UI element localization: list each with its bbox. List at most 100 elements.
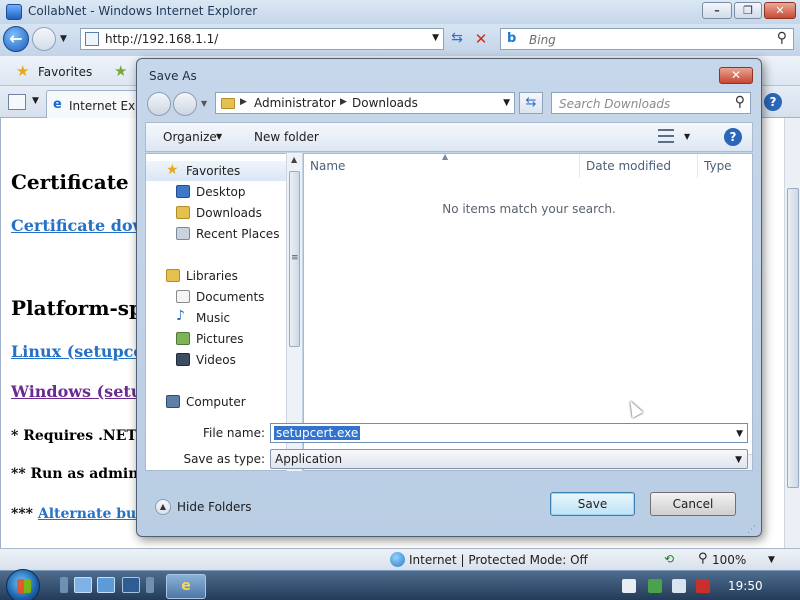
recent-locations-dropdown[interactable]: ▼ bbox=[201, 99, 207, 108]
stop-button[interactable]: ✕ bbox=[470, 30, 492, 50]
certificate-download-link[interactable]: Certificate dow bbox=[11, 216, 146, 235]
breadcrumb-downloads[interactable]: Downloads bbox=[352, 96, 418, 110]
breadcrumb[interactable]: ▶ Administrator ▶ Downloads ▼ bbox=[215, 92, 515, 114]
recent-pages-dropdown[interactable]: ▼ bbox=[60, 34, 67, 44]
breadcrumb-administrator[interactable]: Administrator bbox=[254, 96, 336, 110]
nav-item-downloads[interactable]: Downloads bbox=[146, 203, 286, 223]
nav-computer[interactable]: Computer bbox=[146, 392, 286, 412]
quick-launch-cmd-icon[interactable] bbox=[122, 577, 140, 593]
nav-item-documents[interactable]: Documents bbox=[146, 287, 286, 307]
note-requires-net: * Requires .NET F bbox=[11, 428, 152, 444]
add-favorite-icon[interactable]: ★ bbox=[114, 62, 127, 80]
save-as-type-dropdown-icon[interactable]: ▼ bbox=[735, 455, 742, 465]
address-bar[interactable]: http://192.168.1.1/ ▼ bbox=[80, 28, 444, 50]
tray-document-icon[interactable] bbox=[622, 579, 636, 593]
nav-libraries[interactable]: Libraries bbox=[146, 266, 286, 286]
refresh-button[interactable]: ⇆ bbox=[446, 30, 468, 50]
search-icon[interactable]: ⚲ bbox=[735, 94, 745, 110]
dialog-close-button[interactable]: ✕ bbox=[719, 67, 753, 84]
dialog-search-placeholder[interactable]: Search Downloads bbox=[559, 97, 670, 111]
windows-link[interactable]: Windows (setup bbox=[11, 382, 154, 401]
file-name-value[interactable]: setupcert.exe bbox=[274, 426, 361, 440]
nav-favorites-label: Favorites bbox=[186, 164, 241, 178]
nav-item-recent-places[interactable]: Recent Places bbox=[146, 224, 286, 244]
help-icon[interactable]: ? bbox=[764, 93, 782, 111]
favorites-button[interactable]: Favorites bbox=[38, 65, 92, 79]
pictures-icon bbox=[176, 332, 190, 345]
resize-grip-icon[interactable]: ⋰ bbox=[747, 525, 756, 535]
breadcrumb-separator-icon[interactable]: ▶ bbox=[340, 97, 347, 107]
organize-button[interactable]: Organize bbox=[163, 130, 217, 144]
taskbar-ie-button[interactable]: e bbox=[166, 574, 206, 599]
forward-button[interactable] bbox=[32, 27, 56, 51]
breadcrumb-separator-icon[interactable]: ▶ bbox=[240, 97, 247, 107]
restore-icon: ❐ bbox=[743, 4, 753, 17]
organize-dropdown-icon[interactable]: ▼ bbox=[216, 132, 222, 141]
zoom-level[interactable]: 100% bbox=[712, 553, 746, 567]
tray-action-center-icon[interactable] bbox=[648, 579, 662, 593]
page-scrollbar[interactable] bbox=[784, 118, 800, 548]
taskbar-grip-icon bbox=[146, 577, 154, 593]
quick-tabs-icon[interactable] bbox=[8, 94, 26, 110]
file-name-input[interactable]: setupcert.exe ▼ bbox=[270, 423, 748, 443]
dialog-search-input[interactable]: Search Downloads ⚲ bbox=[551, 92, 751, 114]
scroll-grip-icon: ≡ bbox=[291, 253, 299, 263]
mouse-cursor-icon bbox=[624, 398, 644, 418]
nav-item-music[interactable]: ♪ Music bbox=[146, 308, 286, 328]
start-button[interactable] bbox=[6, 569, 40, 600]
search-icon[interactable]: ⚲ bbox=[777, 30, 787, 46]
quick-launch-computer-icon[interactable] bbox=[74, 577, 92, 593]
scroll-up-icon[interactable]: ▲ bbox=[291, 155, 297, 164]
nav-music-label: Music bbox=[196, 311, 231, 325]
file-name-label: File name: bbox=[203, 426, 265, 440]
nav-item-desktop[interactable]: Desktop bbox=[146, 182, 286, 202]
minimize-button[interactable]: – bbox=[702, 2, 732, 19]
dialog-refresh-button[interactable]: ⇆ bbox=[519, 92, 543, 114]
security-status-icon[interactable]: ⟲ bbox=[664, 552, 674, 566]
cancel-button[interactable]: Cancel bbox=[650, 492, 736, 516]
zoom-icon[interactable]: ⚲ bbox=[698, 551, 708, 566]
nav-item-pictures[interactable]: Pictures bbox=[146, 329, 286, 349]
views-icon[interactable] bbox=[658, 129, 674, 143]
heading-certificate: Certificate bbox=[11, 170, 129, 194]
nav-documents-label: Documents bbox=[196, 290, 265, 304]
recent-places-icon bbox=[176, 227, 190, 240]
quick-launch-window-icon[interactable] bbox=[97, 577, 115, 593]
column-name-label: Name bbox=[310, 159, 346, 173]
tab-list-dropdown[interactable]: ▼ bbox=[32, 96, 39, 106]
save-as-type-value: Application bbox=[275, 452, 343, 466]
save-as-type-select[interactable]: Application ▼ bbox=[270, 449, 748, 469]
search-box[interactable]: b Bing ⚲ bbox=[500, 28, 794, 50]
tray-volume-muted-icon[interactable] bbox=[696, 579, 710, 593]
dialog-forward-button[interactable] bbox=[173, 92, 197, 116]
nav-item-videos[interactable]: Videos bbox=[146, 350, 286, 370]
maximize-button[interactable]: ❐ bbox=[734, 2, 762, 19]
zoom-dropdown-icon[interactable]: ▼ bbox=[768, 555, 775, 565]
clock[interactable]: 19:50 bbox=[728, 579, 763, 593]
file-name-dropdown-icon[interactable]: ▼ bbox=[736, 429, 743, 439]
minimize-icon: – bbox=[714, 4, 720, 17]
views-dropdown-icon[interactable]: ▼ bbox=[684, 132, 690, 141]
address-dropdown-icon[interactable]: ▼ bbox=[432, 33, 439, 43]
dialog-help-icon[interactable]: ? bbox=[724, 128, 742, 146]
save-button[interactable]: Save bbox=[550, 492, 635, 516]
heading-platform: Platform-spe bbox=[11, 296, 156, 320]
tray-network-icon[interactable] bbox=[672, 579, 686, 593]
page-scroll-thumb[interactable] bbox=[787, 188, 799, 488]
close-window-button[interactable]: ✕ bbox=[764, 2, 796, 19]
note-alternate: *** Alternate build bbox=[11, 506, 157, 522]
show-desktop-grip-icon bbox=[60, 577, 68, 593]
dialog-back-button[interactable] bbox=[147, 92, 171, 116]
search-placeholder[interactable]: Bing bbox=[529, 33, 556, 47]
column-name[interactable]: Name ▲ bbox=[304, 152, 580, 178]
back-button[interactable]: ← bbox=[3, 26, 29, 52]
breadcrumb-dropdown-icon[interactable]: ▼ bbox=[503, 98, 510, 108]
dialog-command-bar: Organize ▼ New folder ▼ ? bbox=[145, 122, 753, 152]
url-text[interactable]: http://192.168.1.1/ bbox=[105, 32, 218, 46]
taskbar: e 19:50 bbox=[0, 569, 800, 600]
column-type[interactable]: Type bbox=[698, 154, 754, 178]
column-date-modified[interactable]: Date modified bbox=[580, 154, 698, 178]
nav-favorites[interactable]: ★ Favorites bbox=[146, 161, 286, 181]
downloads-folder-icon bbox=[176, 206, 190, 219]
new-folder-button[interactable]: New folder bbox=[254, 130, 319, 144]
